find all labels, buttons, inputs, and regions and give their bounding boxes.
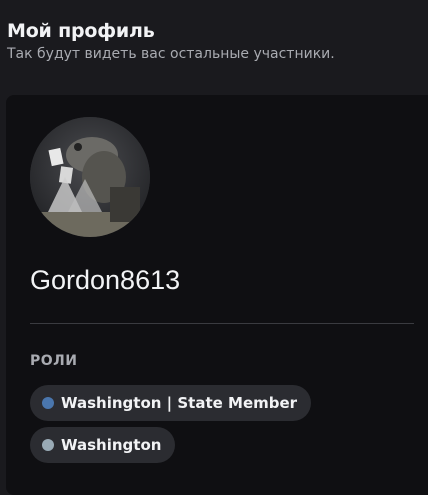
role-color-dot	[42, 439, 54, 451]
page-subtitle: Так будут видеть вас остальные участники…	[7, 46, 335, 62]
page-title: Мой профиль	[7, 20, 155, 42]
divider	[30, 323, 414, 324]
role-pill[interactable]: Washington | State Member	[30, 385, 312, 421]
role-name: Washington | State Member	[61, 394, 298, 412]
username: Gordon8613	[30, 265, 181, 295]
role-pill[interactable]: Washington	[30, 427, 176, 463]
role-name: Washington	[61, 436, 162, 454]
roles-heading: РОЛИ	[30, 353, 78, 369]
avatar-photo-icon	[30, 117, 150, 237]
avatar[interactable]	[30, 117, 150, 237]
profile-preview-card: Gordon8613 РОЛИ Washington | State Membe…	[6, 95, 428, 495]
role-color-dot	[42, 397, 54, 409]
section-header: Мой профиль Так будут видеть вас остальн…	[7, 20, 335, 62]
